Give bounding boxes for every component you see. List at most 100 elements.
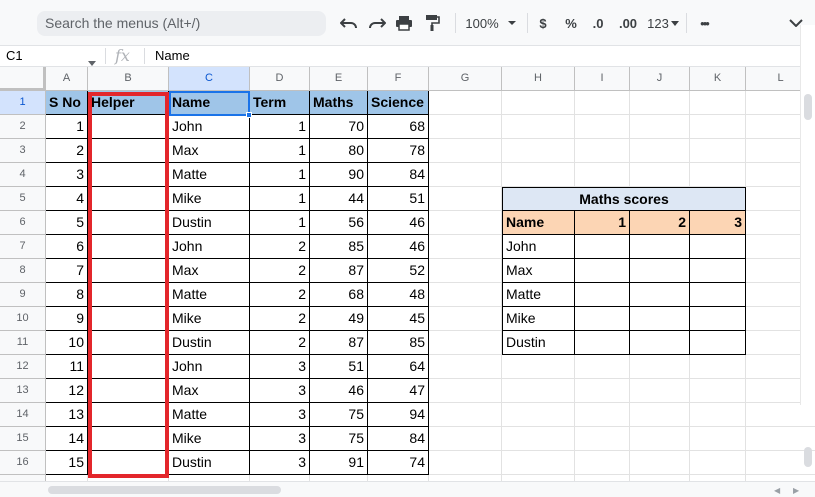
data-cell-helper[interactable] — [88, 451, 169, 475]
data-cell-s-no[interactable]: 7 — [46, 259, 88, 283]
grid-cell[interactable] — [575, 163, 630, 187]
maths-scores-header[interactable]: 2 — [630, 211, 690, 235]
data-cell-science[interactable]: 51 — [368, 187, 429, 211]
maths-scores-value[interactable] — [630, 259, 690, 283]
data-cell-maths[interactable]: 87 — [310, 331, 368, 355]
paint-format-icon[interactable] — [421, 11, 443, 35]
row-header-14[interactable]: 14 — [0, 403, 46, 427]
data-cell-term[interactable]: 3 — [250, 379, 310, 403]
data-cell-helper[interactable] — [88, 163, 169, 187]
maths-scores-value[interactable] — [690, 235, 746, 259]
data-cell-name[interactable]: Max — [169, 379, 250, 403]
data-cell-science[interactable]: 78 — [368, 139, 429, 163]
maths-scores-value[interactable] — [690, 283, 746, 307]
data-cell-helper[interactable] — [88, 307, 169, 331]
data-cell-name[interactable]: Matte — [169, 283, 250, 307]
formula-input[interactable]: Name — [155, 46, 190, 66]
maths-scores-value[interactable] — [630, 235, 690, 259]
grid-cell[interactable] — [575, 379, 630, 403]
maths-scores-name[interactable]: Max — [502, 259, 575, 283]
data-cell-term[interactable]: 2 — [250, 235, 310, 259]
data-cell-maths[interactable]: 44 — [310, 187, 368, 211]
data-cell-term[interactable]: 3 — [250, 403, 310, 427]
grid-cell[interactable] — [746, 403, 815, 427]
row-header-11[interactable]: 11 — [0, 331, 46, 355]
grid-cell[interactable] — [630, 163, 690, 187]
row-header-12[interactable]: 12 — [0, 355, 46, 379]
grid-cell[interactable] — [575, 427, 630, 451]
grid-cell[interactable] — [429, 163, 502, 187]
data-cell-s-no[interactable]: 14 — [46, 427, 88, 451]
grid-cell[interactable] — [429, 235, 502, 259]
grid-cell[interactable] — [429, 139, 502, 163]
grid-cell[interactable] — [429, 403, 502, 427]
maths-scores-header[interactable]: Name — [502, 211, 575, 235]
row-header-16[interactable]: 16 — [0, 451, 46, 475]
grid-cell[interactable] — [630, 379, 690, 403]
fill-handle[interactable] — [246, 112, 252, 118]
data-cell-maths[interactable]: 91 — [310, 451, 368, 475]
data-cell-s-no[interactable]: 10 — [46, 331, 88, 355]
grid-cell[interactable] — [690, 403, 746, 427]
data-cell-s-no[interactable]: 15 — [46, 451, 88, 475]
data-cell-helper[interactable] — [88, 283, 169, 307]
currency-format-button[interactable]: $ — [535, 11, 551, 35]
maths-scores-name[interactable]: John — [502, 235, 575, 259]
grid-cell[interactable] — [429, 355, 502, 379]
data-cell-s-no[interactable]: 4 — [46, 187, 88, 211]
data-cell-science[interactable]: 85 — [368, 331, 429, 355]
grid-cell[interactable] — [502, 427, 575, 451]
grid-cell[interactable] — [502, 379, 575, 403]
data-cell-name[interactable]: Max — [169, 139, 250, 163]
grid-cell[interactable] — [690, 355, 746, 379]
row-header-7[interactable]: 7 — [0, 235, 46, 259]
grid-cell[interactable] — [429, 451, 502, 475]
maths-scores-value[interactable] — [575, 283, 630, 307]
data-cell-s-no[interactable]: 6 — [46, 235, 88, 259]
grid-cell[interactable] — [575, 355, 630, 379]
maths-scores-value[interactable] — [575, 259, 630, 283]
row-header-1[interactable]: 1 — [0, 91, 46, 115]
data-cell-maths[interactable]: 56 — [310, 211, 368, 235]
grid-cell[interactable] — [630, 91, 690, 115]
grid-cell[interactable] — [690, 427, 746, 451]
row-header-2[interactable]: 2 — [0, 115, 46, 139]
column-header-j[interactable]: J — [630, 67, 690, 91]
maths-scores-header[interactable]: 3 — [690, 211, 746, 235]
grid-cell[interactable] — [502, 403, 575, 427]
data-cell-maths[interactable]: 49 — [310, 307, 368, 331]
data-cell-science[interactable]: 46 — [368, 235, 429, 259]
grid-cell[interactable] — [429, 115, 502, 139]
decrease-decimal-button[interactable]: .0 — [588, 11, 608, 35]
data-cell-s-no[interactable]: 2 — [46, 139, 88, 163]
data-cell-name[interactable]: Dustin — [169, 451, 250, 475]
data-cell-maths[interactable]: 80 — [310, 139, 368, 163]
data-cell-name[interactable]: Matte — [169, 163, 250, 187]
row-header-5[interactable]: 5 — [0, 187, 46, 211]
data-cell-helper[interactable] — [88, 235, 169, 259]
grid-cell[interactable] — [502, 91, 575, 115]
data-cell-term[interactable]: 3 — [250, 427, 310, 451]
data-cell-term[interactable]: 1 — [250, 139, 310, 163]
column-header-c[interactable]: C — [169, 67, 250, 91]
data-cell-helper[interactable] — [88, 331, 169, 355]
grid-cell[interactable] — [429, 91, 502, 115]
column-header-f[interactable]: F — [368, 67, 429, 91]
vertical-scrollbar[interactable] — [800, 25, 815, 405]
data-cell-term[interactable]: 2 — [250, 283, 310, 307]
grid-cell[interactable] — [429, 283, 502, 307]
grid-cell[interactable] — [630, 355, 690, 379]
grid-cell[interactable] — [630, 403, 690, 427]
data-cell-maths[interactable]: 70 — [310, 115, 368, 139]
data-cell-helper[interactable] — [88, 211, 169, 235]
header-cell-name[interactable]: Name — [169, 91, 250, 115]
data-cell-name[interactable]: Matte — [169, 403, 250, 427]
column-header-a[interactable]: A — [46, 67, 88, 91]
maths-scores-value[interactable] — [575, 307, 630, 331]
grid-cell[interactable] — [690, 379, 746, 403]
data-cell-science[interactable]: 45 — [368, 307, 429, 331]
data-cell-s-no[interactable]: 13 — [46, 403, 88, 427]
horizontal-scroll-thumb[interactable] — [48, 486, 281, 494]
data-cell-name[interactable]: Mike — [169, 187, 250, 211]
grid-cell[interactable] — [502, 115, 575, 139]
